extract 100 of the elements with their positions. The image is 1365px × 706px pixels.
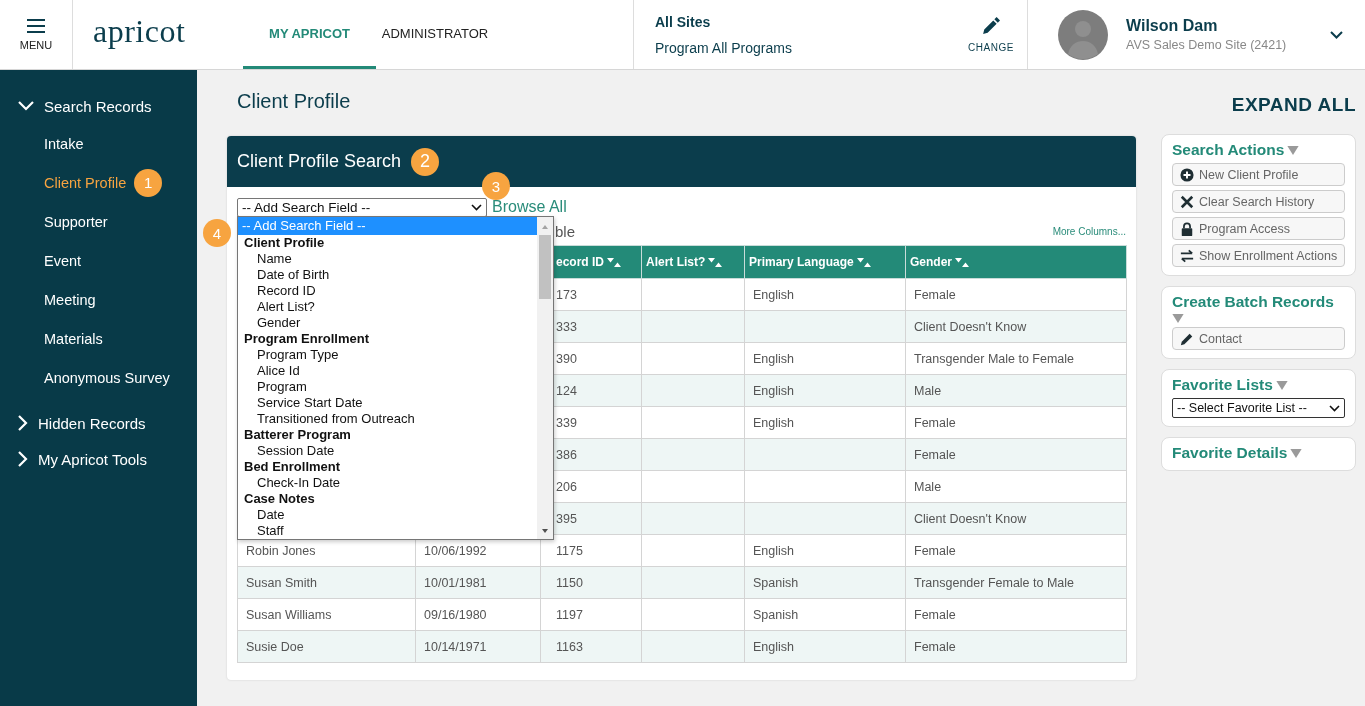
table-cell: Female	[905, 534, 1127, 567]
menu-icon	[27, 18, 45, 33]
sidebar-item[interactable]: Materials	[44, 330, 103, 347]
action-button[interactable]: Program Access	[1172, 217, 1345, 240]
logo: apricot	[93, 13, 186, 50]
sidebar-item[interactable]: Intake	[44, 135, 84, 152]
user-site: AVS Sales Demo Site (2421)	[1126, 38, 1288, 52]
table-cell: 10/01/1981	[415, 566, 541, 599]
table-cell: Female	[905, 438, 1127, 471]
dropdown-option[interactable]: Service Start Date	[238, 395, 537, 411]
table-cell: English	[744, 406, 906, 439]
dropdown-option[interactable]: Alice Id	[238, 363, 537, 379]
table-cell: English	[744, 342, 906, 375]
lock-icon	[1180, 221, 1194, 236]
swap-arrows-icon	[1180, 248, 1194, 263]
column-header[interactable]: Primary Language	[744, 245, 906, 279]
browse-all-link[interactable]: Browse All	[492, 198, 567, 216]
sort-icon	[856, 257, 871, 267]
step-badge: 1	[134, 168, 163, 197]
option-group-label[interactable]: Batterer Program	[238, 427, 537, 443]
action-button[interactable]: Clear Search History	[1172, 190, 1345, 213]
chevron-right-icon	[18, 451, 28, 467]
option-group-label[interactable]: Case Notes	[238, 491, 537, 507]
step-badge: 3	[482, 172, 510, 200]
sidebar-item[interactable]: Meeting	[44, 291, 96, 308]
column-header[interactable]: Gender	[905, 245, 1127, 279]
table-cell: Spanish	[744, 598, 906, 631]
sidebar-item[interactable]: Supporter	[44, 213, 108, 230]
action-button[interactable]: Contact	[1172, 327, 1345, 350]
user-name: Wilson Dam	[1126, 17, 1219, 35]
sidebar-section[interactable]: Search Records	[0, 88, 197, 124]
more-columns-link[interactable]: More Columns...	[1052, 225, 1126, 237]
table-caption: ble	[555, 222, 576, 240]
table-cell: Susan Williams	[237, 598, 416, 631]
table-cell: 1163	[540, 630, 642, 663]
table-cell: English	[744, 534, 906, 567]
dropdown-option[interactable]: Program	[238, 379, 537, 395]
caret-icon	[1172, 314, 1184, 323]
dropdown-option[interactable]: Date of Birth	[238, 267, 537, 283]
table-cell: Susie Doe	[237, 630, 416, 663]
pencil-icon	[982, 16, 1000, 35]
expand-all-button[interactable]: EXPAND ALL	[1231, 90, 1356, 124]
sidebar-section[interactable]: My Apricot Tools	[0, 441, 197, 477]
caret-icon	[1275, 380, 1288, 390]
sidebar-item[interactable]: Client Profile	[44, 174, 127, 191]
column-header[interactable]: Alert List?	[641, 245, 745, 279]
table-cell: English	[744, 630, 906, 663]
dropdown-option[interactable]: Name	[238, 251, 537, 267]
page-title: Client Profile	[237, 90, 351, 112]
table-cell: Transgender Female to Male	[905, 566, 1127, 599]
dropdown-option[interactable]: Record ID	[238, 283, 537, 299]
sidebar-section[interactable]: Hidden Records	[0, 405, 197, 441]
dropdown-option[interactable]: Program Type	[238, 347, 537, 363]
table-cell: English	[744, 374, 906, 407]
caret-icon	[1287, 145, 1300, 155]
panel-title[interactable]: Search Actions	[1172, 141, 1285, 159]
dropdown-option[interactable]: Gender	[238, 315, 537, 331]
table-cell: Client Doesn't Know	[905, 310, 1127, 343]
dropdown-option[interactable]: Date	[238, 507, 537, 523]
dropdown-option[interactable]: Check-In Date	[238, 475, 537, 491]
program-name: Program All Programs	[655, 39, 793, 56]
sort-icon	[955, 257, 969, 267]
option-group-label[interactable]: Client Profile	[238, 235, 537, 251]
table-cell: Female	[905, 406, 1127, 439]
panel-title[interactable]: Create Batch Records	[1172, 293, 1334, 311]
table-cell: Transgender Male to Female	[905, 342, 1127, 375]
action-button[interactable]: Show Enrollment Actions	[1172, 244, 1345, 267]
favorite-list-select[interactable]: -- Select Favorite List --	[1172, 398, 1345, 418]
nav-tab[interactable]: MY APRICOT	[243, 0, 376, 69]
chevron-down-icon	[471, 203, 482, 211]
table-cell: Female	[905, 598, 1127, 631]
scrollbar[interactable]	[537, 217, 553, 539]
sort-icon	[708, 257, 723, 267]
sidebar-item[interactable]: Event	[44, 252, 82, 269]
chevron-down-icon	[18, 101, 34, 111]
sidebar-item[interactable]: Anonymous Survey	[44, 369, 170, 386]
sort-icon	[607, 257, 621, 267]
change-button[interactable]: CHANGE	[961, 0, 1021, 69]
dropdown-option[interactable]: Session Date	[238, 443, 537, 459]
card-title: Client Profile Search	[237, 151, 402, 172]
table-cell: 09/16/1980	[415, 598, 541, 631]
dropdown-option[interactable]: Transitioned from Outreach	[238, 411, 537, 427]
action-button[interactable]: New Client Profile	[1172, 163, 1345, 186]
option-group-label[interactable]: Program Enrollment	[238, 331, 537, 347]
plus-circle-icon	[1180, 167, 1194, 182]
table-cell: Female	[905, 278, 1127, 311]
site-name: All Sites	[655, 13, 712, 30]
avatar-icon	[1058, 9, 1108, 60]
table-cell: 1150	[540, 566, 642, 599]
step-badge: 4	[203, 219, 231, 247]
panel-title[interactable]: Favorite Details	[1172, 444, 1288, 462]
table-cell: 10/14/1971	[415, 630, 541, 663]
chevron-down-icon[interactable]	[1330, 30, 1343, 39]
table-cell: Male	[905, 374, 1127, 407]
step-badge: 2	[411, 147, 440, 176]
search-field-select[interactable]: -- Add Search Field --	[237, 197, 487, 217]
dropdown-option[interactable]: Alert List?	[238, 299, 537, 315]
panel-title[interactable]: Favorite Lists	[1172, 376, 1273, 394]
option-group-label[interactable]: Bed Enrollment	[238, 459, 537, 475]
nav-tab[interactable]: ADMINISTRATOR	[380, 0, 490, 69]
